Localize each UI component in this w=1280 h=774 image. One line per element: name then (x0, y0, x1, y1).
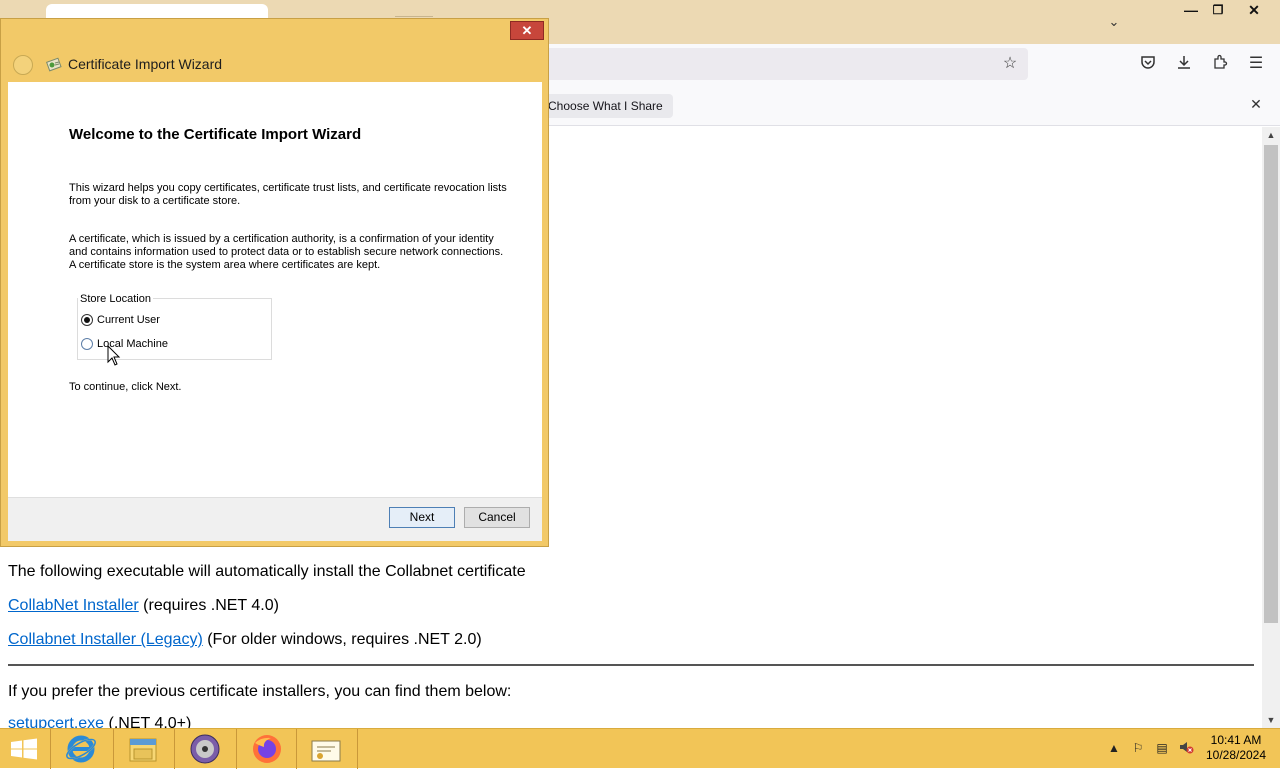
collabnet-installer-link[interactable]: CollabNet Installer (8, 597, 139, 614)
taskbar-separator (357, 729, 358, 769)
media-center-button[interactable] (176, 729, 234, 769)
start-icon (11, 738, 37, 760)
setupcert-line: setupcert.exe (.NET 4.0+) (8, 715, 191, 728)
url-bar[interactable] (540, 48, 1028, 80)
certificate-wizard-icon (311, 740, 341, 762)
scrollbar-thumb[interactable] (1264, 145, 1278, 623)
firefox-button[interactable] (238, 729, 296, 769)
certificate-description: A certificate, which is issued by a cert… (69, 233, 504, 271)
list-all-tabs-icon[interactable]: ⌄ (1104, 12, 1124, 32)
cancel-button[interactable]: Cancel (464, 507, 530, 528)
collabnet-installer-legacy-link[interactable]: Collabnet Installer (Legacy) (8, 631, 203, 648)
welcome-heading: Welcome to the Certificate Import Wizard (69, 126, 362, 143)
back-button[interactable] (13, 55, 33, 75)
download-icon[interactable] (1174, 54, 1194, 74)
internet-explorer-button[interactable] (52, 729, 110, 769)
media-center-icon (190, 734, 220, 764)
dialog-title: Certificate Import Wizard (68, 56, 223, 72)
taskbar-separator (174, 729, 175, 769)
file-explorer-icon (129, 738, 157, 762)
close-window-button[interactable]: ✕ (1241, 0, 1267, 20)
setupcert-link[interactable]: setupcert.exe (8, 715, 104, 728)
wizard-description: This wizard helps you copy certificates,… (69, 182, 507, 207)
horizontal-rule (8, 664, 1254, 666)
firefox-icon (253, 735, 281, 763)
installer-line: CollabNet Installer (requires .NET 4.0) (8, 597, 279, 615)
installer-note: (requires .NET 4.0) (138, 597, 279, 614)
radio-label[interactable]: Current User (97, 314, 160, 327)
windows-taskbar: ▲ ⚐ ▤ 10:41 AM 10/28/2024 (0, 728, 1280, 769)
dialog-close-button[interactable]: ✕ (510, 21, 544, 40)
next-button[interactable]: Next (389, 507, 455, 528)
minimize-button[interactable]: — (1178, 0, 1204, 20)
certificate-wizard-button[interactable] (298, 729, 356, 769)
clock-date: 10/28/2024 (1205, 748, 1267, 762)
intro-text: The following executable will automatica… (8, 563, 526, 580)
scroll-down-arrow-icon[interactable]: ▼ (1262, 712, 1280, 728)
pocket-icon[interactable] (1138, 54, 1158, 74)
start-button[interactable] (0, 729, 48, 769)
certificate-import-wizard-dialog: ✕ Certificate Import Wizard Welcome to t… (0, 18, 549, 547)
store-location-legend: Store Location (78, 293, 153, 305)
certificate-wizard-icon (45, 56, 63, 74)
bookmark-star-icon[interactable]: ☆ (1000, 54, 1020, 74)
dialog-footer: Next Cancel (8, 497, 542, 541)
hamburger-menu-icon[interactable]: ☰ (1246, 54, 1266, 74)
file-explorer-button[interactable] (114, 729, 172, 769)
mouse-cursor-icon (107, 344, 121, 367)
network-icon[interactable]: ▤ (1154, 739, 1170, 757)
radio-button[interactable] (81, 314, 93, 326)
radio-button[interactable] (81, 338, 93, 350)
clock-time: 10:41 AM (1210, 733, 1262, 747)
internet-explorer-icon (65, 735, 97, 763)
page-scrollbar[interactable]: ▲ ▼ (1262, 127, 1280, 728)
choose-what-i-share-button[interactable]: Choose What I Share (540, 94, 673, 118)
setupcert-note: (.NET 4.0+) (104, 715, 192, 728)
system-clock[interactable]: 10:41 AM 10/28/2024 (1196, 733, 1276, 763)
taskbar-separator (296, 729, 297, 769)
taskbar-separator (50, 729, 51, 769)
installer-legacy-line: Collabnet Installer (Legacy) (For older … (8, 631, 482, 649)
taskbar-separator (236, 729, 237, 769)
show-hidden-icons-arrow[interactable]: ▲ (1106, 739, 1122, 757)
action-center-flag-icon[interactable]: ⚐ (1130, 739, 1146, 757)
volume-muted-icon[interactable] (1178, 739, 1194, 757)
extensions-icon[interactable] (1210, 54, 1230, 74)
continue-instruction: To continue, click Next. (69, 381, 182, 393)
scroll-up-arrow-icon[interactable]: ▲ (1262, 127, 1280, 143)
installer-legacy-note: (For older windows, requires .NET 2.0) (202, 631, 482, 648)
radio-selected-dot (84, 317, 90, 323)
restore-button[interactable]: ❐ (1205, 0, 1231, 20)
dialog-body: Welcome to the Certificate Import Wizard… (8, 82, 542, 497)
dialog-header: Certificate Import Wizard (8, 48, 542, 81)
prefer-text: If you prefer the previous certificate i… (8, 683, 512, 700)
close-notification-icon[interactable]: ✕ (1246, 94, 1266, 114)
